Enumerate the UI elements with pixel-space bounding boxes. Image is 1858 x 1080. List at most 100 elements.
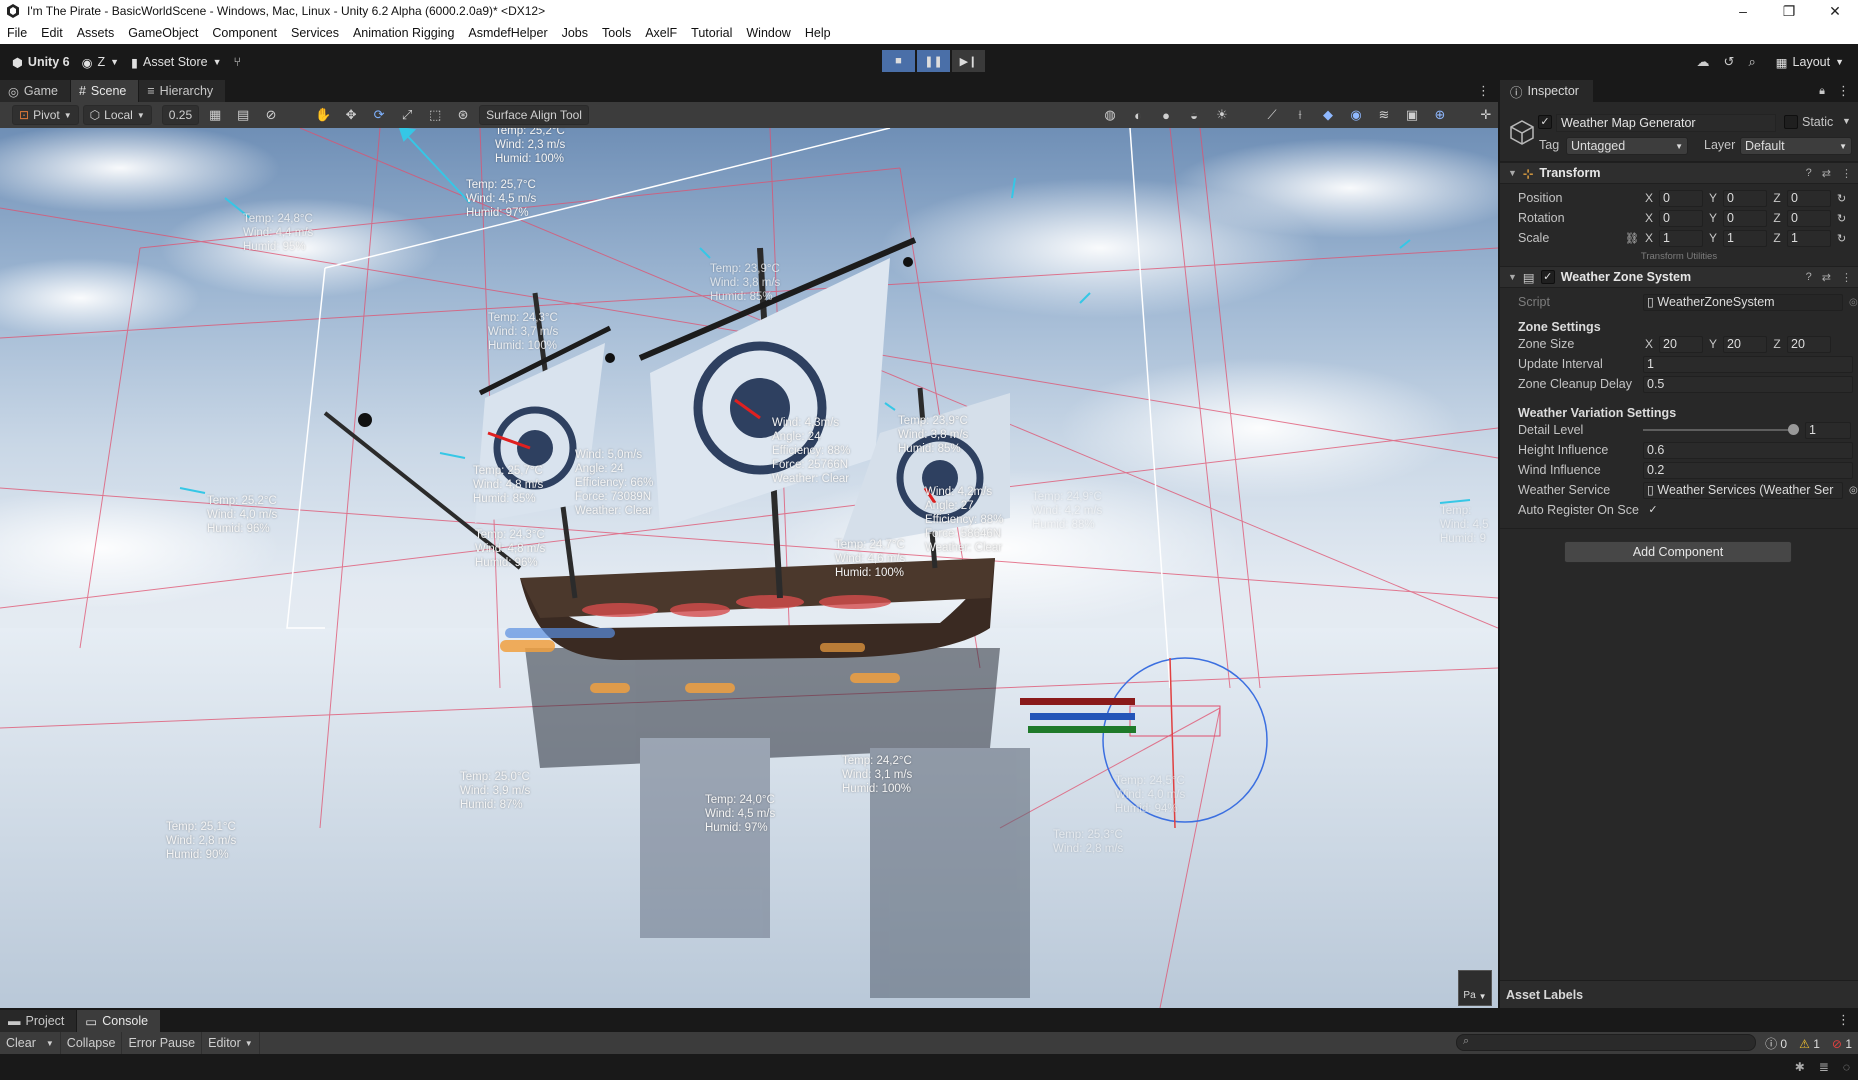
debug-icon[interactable]: ✱ (1795, 1060, 1805, 1074)
layer-dropdown[interactable]: Default ▼ (1740, 137, 1852, 155)
lighting-icon[interactable]: ☀ (1210, 105, 1234, 125)
menu-tutorial[interactable]: Tutorial (684, 26, 739, 40)
tab-hierarchy[interactable]: ≡ Hierarchy (139, 80, 227, 102)
move-tool-icon[interactable]: ✥ (339, 105, 363, 125)
cloud-icon[interactable]: ☁ (1697, 54, 1710, 70)
hand-tool-icon[interactable]: ✋ (311, 105, 335, 125)
play-button[interactable]: ■ (882, 50, 915, 72)
menu-file[interactable]: File (0, 26, 34, 40)
menu-asmdefhelper[interactable]: AsmdefHelper (461, 26, 554, 40)
collapse-toggle[interactable]: Collapse (61, 1032, 123, 1054)
transform-tool-icon[interactable]: ⊛ (451, 105, 475, 125)
rotation-z-field[interactable]: 0 (1787, 209, 1831, 227)
log-count-toggle[interactable]: ⓘ 0 (1765, 1035, 1787, 1052)
step-button[interactable]: ▶❙ (952, 50, 985, 72)
menu-jobs[interactable]: Jobs (555, 26, 595, 40)
effects-icon[interactable]: ◆ (1316, 105, 1340, 125)
tag-dropdown[interactable]: Untagged ▼ (1566, 137, 1688, 155)
preset-icon[interactable]: ⇄ (1822, 167, 1831, 180)
menu-gameobject[interactable]: GameObject (121, 26, 205, 40)
account-dropdown[interactable]: ◉ Z ▼ (76, 50, 125, 74)
error-pause-toggle[interactable]: Error Pause (122, 1032, 203, 1054)
history-icon[interactable]: ↺ (1724, 54, 1735, 70)
overlay-menu-button[interactable]: Pa ▼ (1458, 970, 1492, 1006)
tab-project[interactable]: ▬ Project (0, 1010, 78, 1032)
menu-window[interactable]: Window (739, 26, 797, 40)
slider-thumb[interactable] (1788, 424, 1799, 435)
grid-snap-icon[interactable]: ▦ (203, 105, 227, 125)
menu-assets[interactable]: Assets (70, 26, 122, 40)
shading-mode-icon[interactable]: ◒ (1182, 105, 1206, 125)
preset-icon[interactable]: ⇄ (1822, 271, 1831, 284)
menu-animation-rigging[interactable]: Animation Rigging (346, 26, 461, 40)
more-options-icon[interactable]: ⋮ (1837, 1012, 1850, 1028)
surface-align-tool-button[interactable]: Surface Align Tool (479, 105, 589, 125)
asset-labels-section[interactable]: Asset Labels (1500, 980, 1858, 1008)
rect-tool-icon[interactable]: ⬚ (423, 105, 447, 125)
reset-icon[interactable]: ↻ (1837, 192, 1846, 205)
rotation-x-field[interactable]: 0 (1659, 209, 1703, 227)
more-options-icon[interactable]: ⋮ (1841, 271, 1852, 284)
shading-wireframe-icon[interactable]: ◐ (1126, 105, 1150, 125)
rotation-y-field[interactable]: 0 (1723, 209, 1767, 227)
menu-axelf[interactable]: AxelF (638, 26, 684, 40)
rotate-tool-icon[interactable]: ⟳ (367, 105, 391, 125)
menu-edit[interactable]: Edit (34, 26, 70, 40)
help-icon[interactable]: ? (1806, 271, 1812, 284)
orientation-overlay-icon[interactable]: ✛ (1474, 105, 1498, 125)
scale-tool-icon[interactable]: ⤢ (395, 105, 419, 125)
asset-store-dropdown[interactable]: ▮ Asset Store ▼ (125, 50, 227, 74)
help-icon[interactable]: ? (1806, 167, 1812, 180)
reset-icon[interactable]: ↻ (1837, 232, 1846, 245)
position-y-field[interactable]: 0 (1723, 189, 1767, 207)
warning-count-toggle[interactable]: ⚠ 1 (1799, 1037, 1820, 1051)
increment-snap-icon[interactable]: ⊘ (259, 105, 283, 125)
visibility-icon[interactable]: ◉ (1344, 105, 1368, 125)
add-component-button[interactable]: Add Component (1564, 541, 1792, 563)
pause-button[interactable]: ❚❚ (917, 50, 950, 72)
detail-level-slider[interactable] (1643, 423, 1799, 437)
camera-icon[interactable]: ▣ (1400, 105, 1424, 125)
chevron-down-icon[interactable]: ▼ (1842, 116, 1851, 126)
scene-viewport[interactable]: Temp: 25,2°C Wind: 2,3 m/s Humid: 100% T… (0, 128, 1498, 1008)
more-options-icon[interactable]: ⋮ (1841, 167, 1852, 180)
version-control-button[interactable]: ⑂ (228, 50, 248, 74)
editor-dropdown[interactable]: Editor ▼ (202, 1032, 260, 1054)
scale-y-field[interactable]: 1 (1723, 229, 1767, 247)
unity-account-button[interactable]: ⬢ Unity 6 (6, 50, 76, 74)
minimize-button[interactable]: – (1720, 0, 1766, 22)
layout-dropdown[interactable]: ▦ Layout ▼ (1770, 50, 1850, 74)
search-icon[interactable]: ⌕ (1748, 54, 1755, 70)
scale-z-field[interactable]: 1 (1787, 229, 1831, 247)
error-count-toggle[interactable]: ⊘ 1 (1832, 1037, 1852, 1051)
zone-size-z-field[interactable]: 20 (1787, 335, 1831, 353)
close-button[interactable]: ✕ (1812, 0, 1858, 22)
menu-services[interactable]: Services (284, 26, 346, 40)
progress-icon[interactable]: ≣ (1819, 1060, 1829, 1074)
component-enabled-checkbox[interactable]: ✓ (1540, 270, 1555, 284)
menu-tools[interactable]: Tools (595, 26, 638, 40)
reset-icon[interactable]: ↻ (1837, 212, 1846, 225)
target-icon[interactable]: ◎ (1849, 485, 1858, 496)
weather-service-field[interactable]: ▯ Weather Services (Weather Ser (1643, 481, 1843, 499)
detail-level-field[interactable]: 1 (1805, 421, 1851, 439)
zone-size-y-field[interactable]: 20 (1723, 335, 1767, 353)
transform-component-header[interactable]: ▼ ⊹ Transform ? ⇄ ⋮ (1500, 162, 1858, 184)
more-options-icon[interactable]: ⋮ (1477, 83, 1490, 99)
zone-size-x-field[interactable]: 20 (1659, 335, 1703, 353)
scale-x-field[interactable]: 1 (1659, 229, 1703, 247)
position-z-field[interactable]: 0 (1787, 189, 1831, 207)
static-checkbox[interactable] (1784, 115, 1798, 129)
more-options-icon[interactable]: ⋮ (1837, 83, 1850, 99)
tab-inspector[interactable]: ⓘ Inspector (1500, 80, 1593, 102)
2d-toggle-icon[interactable]: ⟋ (1260, 105, 1284, 125)
wind-influence-field[interactable]: 0.2 (1643, 461, 1853, 479)
weather-zone-component-header[interactable]: ▼ ▤ ✓ Weather Zone System ? ⇄ ⋮ (1500, 266, 1858, 288)
gizmos-icon[interactable]: ⊕ (1428, 105, 1452, 125)
audio-toggle-icon[interactable]: ⟊ (1288, 105, 1312, 125)
clear-dropdown[interactable]: Clear ▼ (0, 1032, 61, 1054)
tab-scene[interactable]: # Scene (70, 80, 140, 102)
console-search-input[interactable]: ⌕ (1456, 1034, 1756, 1051)
position-x-field[interactable]: 0 (1659, 189, 1703, 207)
tab-console[interactable]: ▭ Console (77, 1010, 162, 1032)
